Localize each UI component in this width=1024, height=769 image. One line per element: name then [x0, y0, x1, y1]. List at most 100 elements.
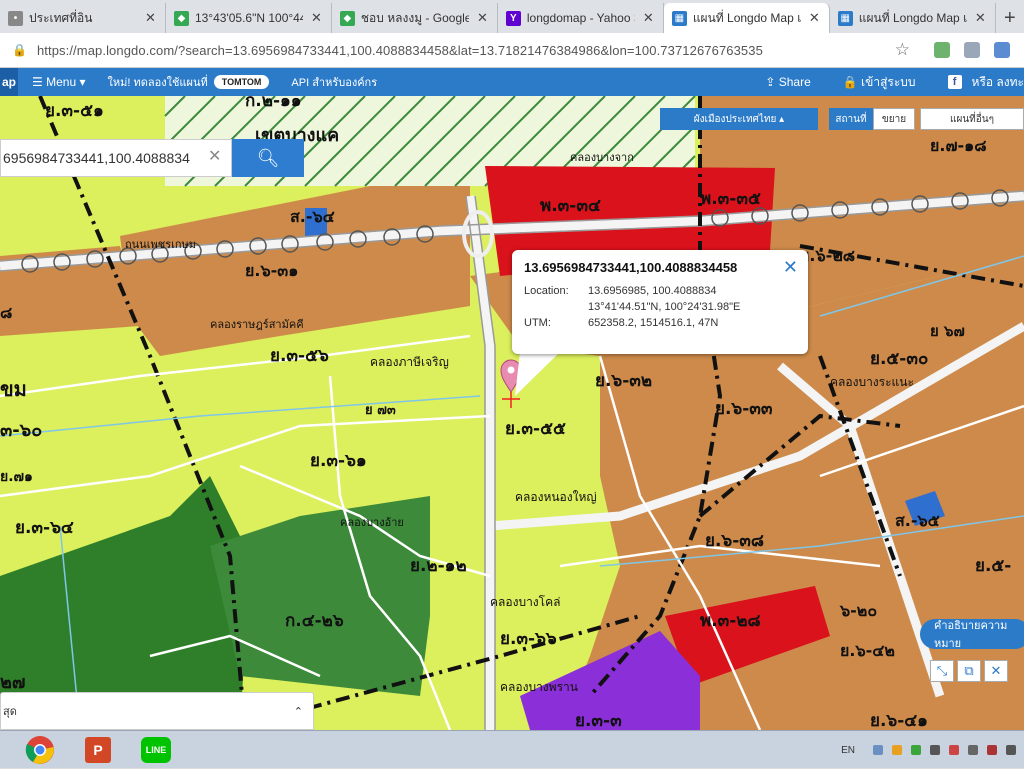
address-bar: 🔒 https://map.longdo.com/?search=13.6956…: [0, 33, 1024, 68]
browser-tab-6[interactable]: ▦ แผนที่ Longdo Map แผ ✕: [830, 3, 996, 33]
location-value: 13.6956985, 100.4088834: [588, 285, 717, 297]
chrome-icon[interactable]: [14, 732, 66, 768]
share-label: Share: [778, 75, 811, 89]
browser-tab-4[interactable]: Y longdomap - Yahoo S ✕: [498, 3, 664, 33]
clear-search-icon[interactable]: ✕: [208, 146, 221, 166]
map-label: ย.๖-๔๑: [870, 711, 928, 730]
bookmark-star-icon[interactable]: ☆: [895, 40, 910, 60]
map-label: ย.๕-: [975, 556, 1011, 576]
tab-label: 13°43'05.6"N 100°44': [194, 11, 303, 25]
close-icon[interactable]: ✕: [145, 10, 156, 26]
lock-icon[interactable]: 🔒: [12, 43, 27, 57]
register-link[interactable]: หรือ ลงทะ: [972, 73, 1024, 92]
measure-icon[interactable]: ⤡: [930, 660, 954, 682]
zoning-map[interactable]: ย.๓-๕๑ ก.๒-๑๑ เขตบางแค คลองบางจาก พ.๓-๓๔…: [0, 96, 1024, 730]
other-maps-button[interactable]: แผนที่อื่นๆ: [920, 108, 1024, 130]
map-label: ส.-๖๕: [895, 511, 940, 530]
map-label: คลองบางอ้าย: [340, 516, 404, 529]
utm-value: 652358.2, 1514516.1, 47N: [588, 317, 719, 329]
map-label: ย.๖-๓๑: [245, 261, 298, 280]
search-button[interactable]: 🔍︎: [232, 139, 304, 177]
map-label: ก.๒-๑๑: [245, 96, 302, 111]
browser-tab-5[interactable]: ▦ แผนที่ Longdo Map แผ ✕: [663, 3, 830, 33]
volume-icon[interactable]: [1006, 745, 1016, 755]
coordinate-popup: 13.6956984733441,100.4088834458 ✕ Locati…: [512, 250, 808, 354]
map-label: ๘: [0, 303, 12, 322]
tab-label: ชอบ หลงงมู - Google M: [360, 10, 469, 25]
region-select[interactable]: ผังเมืองประเทศไทย ▴: [660, 108, 818, 130]
language-indicator[interactable]: EN: [841, 745, 855, 756]
utm-label: UTM:: [524, 317, 551, 329]
menu-button[interactable]: ☰ Menu ▾: [32, 75, 85, 89]
line-icon[interactable]: LINE: [130, 732, 182, 768]
mode-label: ขยาย: [881, 113, 907, 125]
longdo-logo[interactable]: ap: [0, 68, 18, 96]
tomtom-badge[interactable]: TOMTOM: [213, 75, 270, 89]
tray-icon[interactable]: [911, 745, 921, 755]
tray-icon[interactable]: [892, 745, 902, 755]
new-tab-button[interactable]: +: [996, 3, 1024, 33]
browser-tab-2[interactable]: ◆ 13°43'05.6"N 100°44' ✕: [166, 3, 332, 33]
close-icon[interactable]: ✕: [783, 257, 798, 278]
map-canvas[interactable]: ย.๓-๕๑ ก.๒-๑๑ เขตบางแค คลองบางจาก พ.๓-๓๔…: [0, 96, 1024, 730]
close-icon[interactable]: ✕: [809, 10, 820, 26]
other-maps-label: แผนที่อื่นๆ: [950, 113, 994, 125]
layers-icon[interactable]: ⧉: [957, 660, 981, 682]
map-label: ย.๖-๓๓: [715, 399, 773, 419]
bottom-panel-label: สุด: [3, 706, 17, 718]
tab-label: ประเทศที่อิน: [29, 10, 93, 25]
map-label: คลองบางพราน: [500, 680, 578, 694]
map-label: พ.๓-๒๘: [700, 611, 761, 631]
share-button[interactable]: ⇪ Share: [765, 75, 826, 89]
map-label: ๖-๒๐: [839, 601, 877, 620]
map-label: ย.๓-๕๕: [505, 419, 566, 439]
browser-tab-1[interactable]: • ประเทศที่อิน ✕: [0, 3, 166, 33]
facebook-icon[interactable]: f: [947, 75, 962, 89]
popup-dms-row: 13°41'44.51"N, 100°24'31.98"E: [524, 299, 796, 315]
api-link[interactable]: API สำหรับองค์กร: [291, 73, 377, 91]
popup-location-row: Location: 13.6956985, 100.4088834: [524, 283, 796, 299]
tray-icon[interactable]: [873, 745, 883, 755]
flag-icon[interactable]: [987, 745, 997, 755]
close-icon[interactable]: ✕: [984, 660, 1008, 682]
map-label: คลองภาษีเจริญ: [370, 355, 449, 369]
powerpoint-icon[interactable]: P: [72, 732, 124, 768]
place-button[interactable]: สถานที่: [829, 108, 873, 130]
close-icon[interactable]: ✕: [311, 10, 322, 26]
search-icon: 🔍︎: [256, 147, 280, 168]
chevron-up-icon[interactable]: ⌃: [294, 705, 303, 718]
google-maps-icon: ◆: [173, 10, 189, 26]
map-label: พ.๓-๓๕: [700, 189, 761, 209]
map-label: ย.๖-๓๘: [705, 531, 764, 551]
map-label: ก.๔-๒๖: [285, 611, 344, 631]
tray-icon[interactable]: [930, 745, 940, 755]
new-feature-link[interactable]: ใหม่! ทดลองใช้แผนที่: [107, 73, 207, 91]
url-field[interactable]: https://map.longdo.com/?search=13.695698…: [37, 43, 895, 58]
tab-label: แผนที่ Longdo Map แผ: [692, 10, 801, 25]
longdo-icon: ▦: [837, 10, 853, 26]
mode-select[interactable]: ขยาย: [873, 108, 915, 130]
tray-icon[interactable]: [949, 745, 959, 755]
map-label: ย ๖๗: [930, 322, 965, 340]
close-icon[interactable]: ✕: [477, 10, 488, 26]
bottom-panel[interactable]: สุด ⌃: [0, 692, 314, 730]
extension-icon[interactable]: [994, 42, 1010, 58]
map-label: คลองหนองใหญ่: [515, 490, 597, 504]
longdo-icon: ▦: [671, 10, 687, 26]
extension-icon[interactable]: [964, 42, 980, 58]
powerpoint-logo: P: [85, 736, 111, 763]
map-label: คลองบางระแนะ: [830, 375, 914, 389]
browser-tab-3[interactable]: ◆ ชอบ หลงงมู - Google M ✕: [332, 3, 498, 33]
map-label: ย.๓-๖๔: [15, 518, 74, 538]
login-label: เข้าสู่ระบบ: [861, 74, 916, 89]
close-icon[interactable]: ✕: [643, 10, 654, 26]
search-input[interactable]: 6956984733441,100.4088834: [0, 139, 232, 177]
map-label: ย.๗๑: [0, 469, 33, 485]
extension-icon[interactable]: [934, 42, 950, 58]
network-icon[interactable]: [968, 745, 978, 755]
close-icon[interactable]: ✕: [975, 10, 986, 26]
login-link[interactable]: 🔒 เข้าสู่ระบบ: [843, 73, 932, 92]
google-maps-icon: ◆: [339, 10, 355, 26]
map-label: ย.๓-๖๑: [310, 451, 367, 471]
legend-button[interactable]: คำอธิบายความหมาย: [920, 619, 1024, 650]
